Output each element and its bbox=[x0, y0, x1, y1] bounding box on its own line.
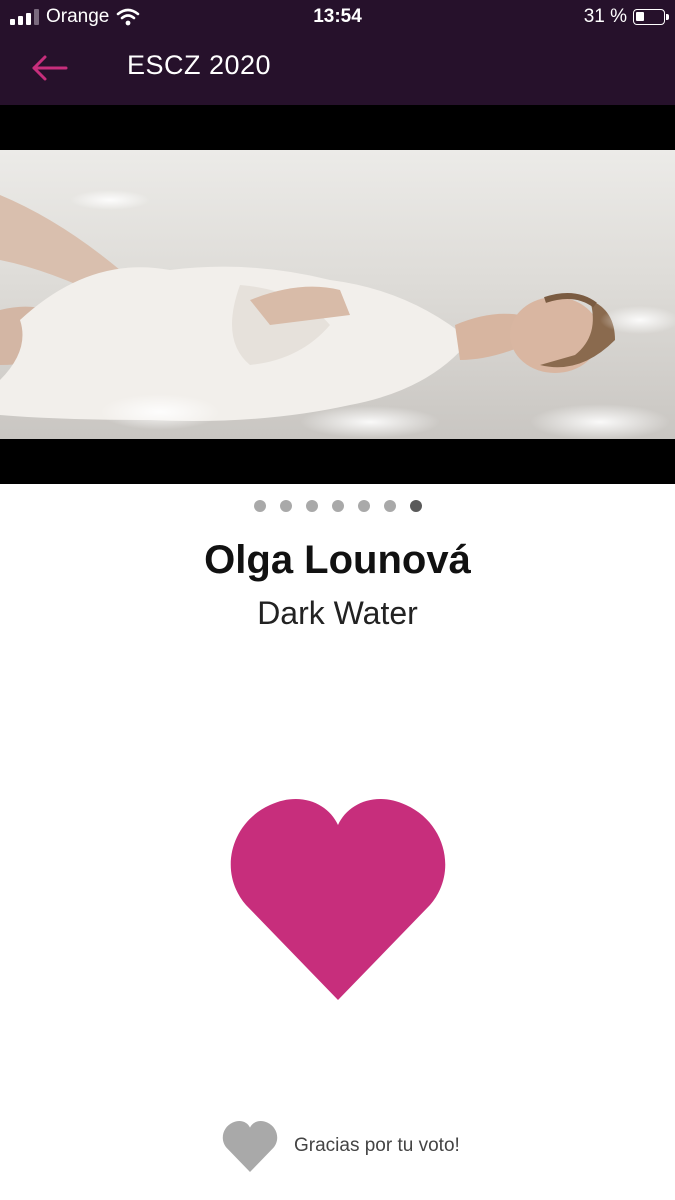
vote-confirmation: Gracias por tu voto! bbox=[222, 1118, 460, 1174]
carousel-dot[interactable] bbox=[357, 500, 370, 512]
vote-heart-button[interactable] bbox=[228, 795, 448, 1000]
carousel-dot[interactable] bbox=[383, 500, 396, 512]
status-right: 31 % bbox=[583, 6, 669, 28]
carousel-dot[interactable] bbox=[331, 500, 344, 512]
media-carousel[interactable] bbox=[0, 105, 675, 484]
heart-icon bbox=[230, 798, 446, 1000]
back-button[interactable] bbox=[28, 48, 72, 88]
status-bar: Orange 13:54 31 % bbox=[0, 0, 675, 34]
artist-name: Olga Lounová bbox=[204, 538, 471, 582]
battery-percent: 31 % bbox=[583, 6, 627, 27]
clock: 13:54 bbox=[313, 6, 362, 27]
carousel-dot[interactable] bbox=[409, 500, 422, 512]
app-bar: ESCZ 2020 bbox=[0, 34, 675, 105]
carousel-dot[interactable] bbox=[305, 500, 318, 512]
carousel-dots bbox=[0, 500, 675, 512]
battery-icon bbox=[633, 9, 669, 25]
page-title: ESCZ 2020 bbox=[127, 50, 272, 80]
arrow-left-icon bbox=[32, 55, 68, 81]
carousel-dot[interactable] bbox=[279, 500, 292, 512]
vote-message: Gracias por tu voto! bbox=[294, 1135, 460, 1156]
battery-level bbox=[636, 12, 644, 21]
heart-icon bbox=[222, 1121, 278, 1172]
carousel-dot[interactable] bbox=[253, 500, 266, 512]
artist-photo bbox=[0, 150, 675, 439]
song-title: Dark Water bbox=[257, 595, 418, 631]
